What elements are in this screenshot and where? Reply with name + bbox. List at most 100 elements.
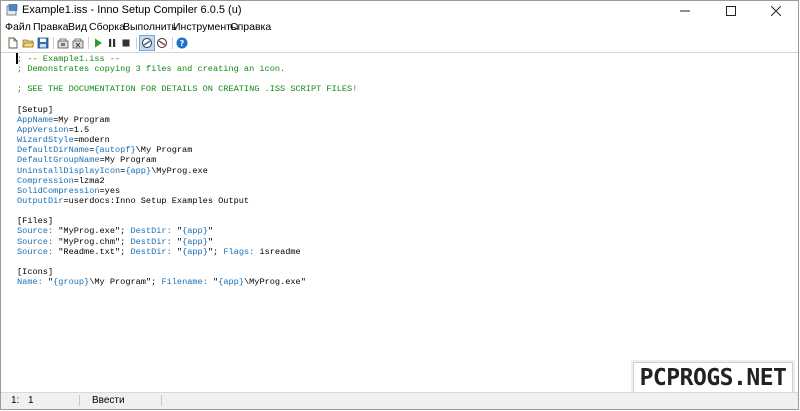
code-token: =My Program xyxy=(53,114,110,125)
code-line[interactable]: AppName=My Program xyxy=(17,115,357,125)
status-line: 1: xyxy=(11,395,20,406)
stop-compile-button[interactable] xyxy=(71,36,85,50)
watermark-logo: PCPROGS.NET xyxy=(633,362,793,393)
code-token: "MyProg.exe"; xyxy=(53,226,131,237)
code-token: " xyxy=(207,226,214,237)
toolbar-separator xyxy=(136,37,137,49)
code-line[interactable]: Source: "Readme.txt"; DestDir: "{app}"; … xyxy=(17,247,357,257)
pause-button[interactable] xyxy=(105,36,119,50)
target-setup-button[interactable] xyxy=(139,35,155,51)
code-token: " xyxy=(171,236,183,247)
code-token: UninstallDisplayIcon xyxy=(17,165,121,176)
code-token: {app} xyxy=(182,246,208,257)
menu-edit[interactable]: Правка xyxy=(33,21,68,33)
code-line[interactable] xyxy=(17,74,357,84)
new-file-button[interactable] xyxy=(6,36,20,50)
target-uninstall-button[interactable] xyxy=(155,36,169,50)
code-line[interactable]: Source: "MyProg.exe"; DestDir: "{app}" xyxy=(17,226,357,236)
code-line[interactable]: WizardStyle=modern xyxy=(17,135,357,145)
code-token: Flags: xyxy=(223,246,255,257)
code-line[interactable]: ; SEE THE DOCUMENTATION FOR DETAILS ON C… xyxy=(17,84,357,94)
close-button[interactable] xyxy=(753,1,798,20)
status-insert-mode: Ввести xyxy=(92,395,125,406)
script-editor[interactable]: ; -- Example1.iss --; Demonstrates copyi… xyxy=(1,53,798,393)
code-line[interactable]: [Icons] xyxy=(17,267,357,277)
menu-run[interactable]: Выполнить xyxy=(123,21,177,33)
code-token: [Icons] xyxy=(17,266,54,277)
code-token: "; xyxy=(207,246,224,257)
code-line[interactable]: [Setup] xyxy=(17,105,357,115)
code-token: =userdocs:Inno Setup Examples Output xyxy=(63,195,250,206)
code-line[interactable]: ; Demonstrates copying 3 files and creat… xyxy=(17,64,357,74)
code-token: =lzma2 xyxy=(73,175,105,186)
code-line[interactable] xyxy=(17,206,357,216)
code-line[interactable]: OutputDir=userdocs:Inno Setup Examples O… xyxy=(17,196,357,206)
code-area[interactable]: ; -- Example1.iss --; Demonstrates copyi… xyxy=(17,54,357,287)
code-line[interactable]: DefaultGroupName=My Program xyxy=(17,155,357,165)
code-line[interactable]: Compression=lzma2 xyxy=(17,176,357,186)
app-window: Example1.iss - Inno Setup Compiler 6.0.5… xyxy=(0,0,799,410)
menu-tools[interactable]: Инструменты xyxy=(173,21,238,33)
title-bar: Example1.iss - Inno Setup Compiler 6.0.5… xyxy=(1,1,798,20)
status-separator xyxy=(79,395,80,406)
status-column: 1 xyxy=(28,395,34,406)
menu-file[interactable]: Файл xyxy=(5,21,31,33)
run-button[interactable] xyxy=(91,36,105,50)
code-token: OutputDir xyxy=(17,195,64,206)
code-line[interactable]: Source: "MyProg.chm"; DestDir: "{app}" xyxy=(17,237,357,247)
status-bar: 1: 1 Ввести xyxy=(1,392,798,409)
minimize-button[interactable] xyxy=(662,1,708,20)
menu-build[interactable]: Сборка xyxy=(89,21,125,33)
code-line[interactable] xyxy=(17,257,357,267)
code-token: \MyProg.exe" xyxy=(243,277,306,288)
open-button[interactable] xyxy=(21,36,35,50)
save-button[interactable] xyxy=(36,36,50,50)
compile-button[interactable] xyxy=(56,36,70,50)
open-folder-icon xyxy=(22,39,34,48)
code-token: ; Demonstrates copying 3 files and creat… xyxy=(17,64,286,75)
code-token: Name: xyxy=(17,277,43,288)
code-token: " xyxy=(171,226,183,237)
code-line[interactable]: UninstallDisplayIcon={app}\MyProg.exe xyxy=(17,166,357,176)
inno-setup-icon xyxy=(6,4,18,16)
code-token: {app} xyxy=(182,236,208,247)
menu-bar: Файл Правка Вид Сборка Выполнить Инструм… xyxy=(1,20,798,35)
code-line[interactable]: ; -- Example1.iss -- xyxy=(17,54,357,64)
code-line[interactable]: DefaultDirName={autopf}\My Program xyxy=(17,145,357,155)
toolbar-separator xyxy=(172,37,173,49)
code-line[interactable]: SolidCompression=yes xyxy=(17,186,357,196)
pause-icon xyxy=(109,39,116,47)
code-token: {app} xyxy=(218,277,244,288)
code-token: ; -- Example1.iss -- xyxy=(17,54,121,64)
code-token: WizardStyle xyxy=(17,135,74,146)
maximize-icon xyxy=(726,5,736,16)
code-token: " xyxy=(207,236,214,247)
code-token: {app} xyxy=(125,165,152,176)
stop-compile-icon xyxy=(72,38,84,49)
code-token: isreadme xyxy=(254,246,301,257)
help-button[interactable]: ? xyxy=(175,36,189,50)
code-line[interactable] xyxy=(17,95,357,105)
menu-view[interactable]: Вид xyxy=(68,21,87,33)
code-token: \MyProg.exe xyxy=(151,165,208,176)
code-token: DefaultDirName xyxy=(17,145,90,156)
code-token: =yes xyxy=(99,185,121,196)
code-token: DestDir: xyxy=(130,246,172,257)
help-icon: ? xyxy=(176,37,188,49)
toolbar: ? xyxy=(1,35,798,52)
code-token: "MyProg.chm"; xyxy=(53,236,131,247)
code-token: {autopf} xyxy=(94,145,136,156)
toolbar-separator xyxy=(88,37,89,49)
stop-button[interactable] xyxy=(119,36,133,50)
code-token: " xyxy=(171,246,183,257)
maximize-button[interactable] xyxy=(708,1,754,20)
svg-text:?: ? xyxy=(180,39,185,48)
code-line[interactable]: [Files] xyxy=(17,216,357,226)
compile-icon xyxy=(57,38,69,49)
code-token: "Readme.txt"; xyxy=(53,246,131,257)
close-icon xyxy=(771,5,781,16)
code-line[interactable]: AppVersion=1.5 xyxy=(17,125,357,135)
menu-help[interactable]: Справка xyxy=(230,21,271,33)
code-token: [Files] xyxy=(17,216,54,227)
code-line[interactable]: Name: "{group}\My Program"; Filename: "{… xyxy=(17,277,357,287)
